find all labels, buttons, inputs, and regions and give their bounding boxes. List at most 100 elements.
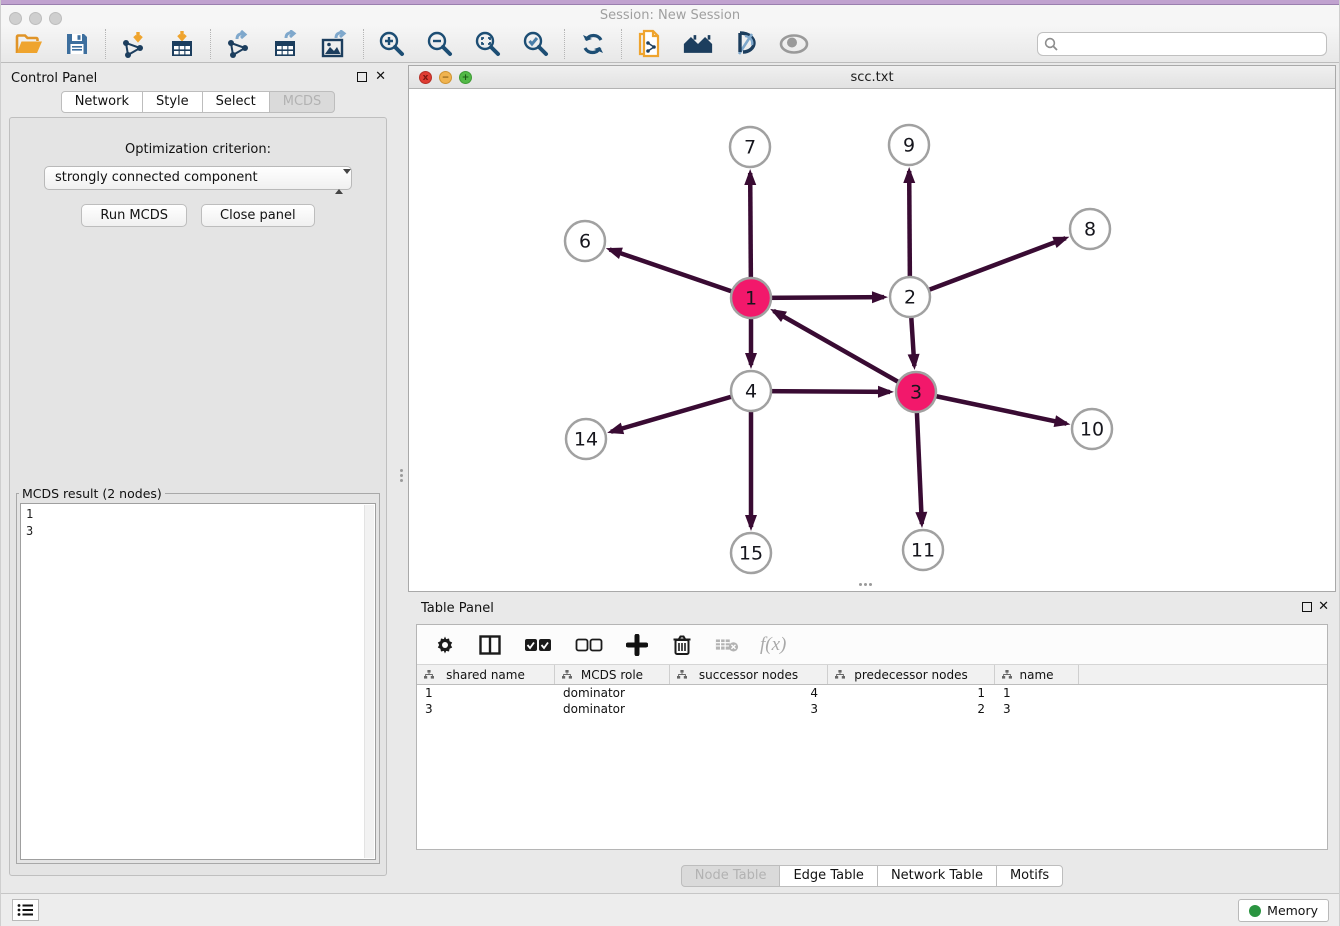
table-cell[interactable]: dominator bbox=[555, 701, 670, 717]
zoom-fit-icon[interactable] bbox=[473, 29, 503, 59]
float-panel-icon[interactable] bbox=[357, 72, 367, 82]
first-neighbors-icon[interactable] bbox=[683, 29, 713, 59]
close-panel-icon[interactable]: ✕ bbox=[375, 69, 386, 84]
svg-text:11: 11 bbox=[911, 540, 935, 562]
delete-column-icon[interactable] bbox=[670, 633, 694, 657]
close-panel-button[interactable]: Close panel bbox=[201, 204, 315, 227]
tab-select[interactable]: Select bbox=[202, 91, 270, 113]
task-history-button[interactable] bbox=[12, 899, 39, 921]
graph-edge-3-1[interactable] bbox=[774, 311, 916, 392]
column-header-name[interactable]: name bbox=[995, 665, 1079, 684]
control-panel-tabs: NetworkStyleSelectMCDS bbox=[1, 91, 395, 113]
graph-node-1[interactable]: 1 bbox=[731, 278, 771, 318]
table-body: 1dominator4113dominator323 bbox=[417, 685, 1327, 717]
network-from-selection-icon[interactable] bbox=[635, 29, 665, 59]
mcds-result-text[interactable]: 13 bbox=[20, 503, 376, 860]
column-header-MCDS-role[interactable]: MCDS role bbox=[555, 665, 670, 684]
status-bar: Memory bbox=[1, 893, 1339, 926]
memory-button[interactable]: Memory bbox=[1238, 899, 1329, 922]
graph-edge-3-10[interactable] bbox=[916, 392, 1067, 424]
save-session-icon[interactable] bbox=[62, 29, 92, 59]
network-canvas[interactable]: 7 9 6 8 1 2 4 3 14 10 15 11 bbox=[409, 89, 1335, 591]
close-panel-icon[interactable]: ✕ bbox=[1318, 599, 1329, 614]
column-settings-icon[interactable] bbox=[433, 633, 457, 657]
show-all-icon[interactable] bbox=[779, 29, 809, 59]
zoom-in-icon[interactable] bbox=[377, 29, 407, 59]
import-table-icon[interactable] bbox=[167, 29, 197, 59]
table-cell[interactable]: 1 bbox=[995, 685, 1079, 701]
select-all-columns-icon[interactable] bbox=[523, 633, 553, 657]
table-panel-header: Table Panel ✕ bbox=[408, 595, 1336, 621]
zoom-out-icon[interactable] bbox=[425, 29, 455, 59]
table-cell[interactable]: dominator bbox=[555, 685, 670, 701]
titlebar: Session: New Session bbox=[1, 5, 1339, 25]
table-cell[interactable]: 4 bbox=[670, 685, 828, 701]
export-image-icon[interactable] bbox=[320, 29, 350, 59]
deselect-all-columns-icon[interactable] bbox=[574, 633, 604, 657]
table-row[interactable]: 1dominator411 bbox=[417, 685, 1327, 701]
table-cell[interactable]: 3 bbox=[995, 701, 1079, 717]
tab-node-table[interactable]: Node Table bbox=[681, 865, 781, 887]
graph-node-6[interactable]: 6 bbox=[565, 221, 605, 261]
column-header-shared-name[interactable]: shared name bbox=[417, 665, 555, 684]
optimization-criterion-select[interactable]: strongly connected component bbox=[44, 166, 352, 190]
table-cell[interactable]: 1 bbox=[417, 685, 555, 701]
result-scrollbar[interactable] bbox=[364, 505, 374, 858]
graph-node-2[interactable]: 2 bbox=[890, 277, 930, 317]
mcds-panel: Optimization criterion: strongly connect… bbox=[9, 117, 387, 876]
hide-selected-icon[interactable] bbox=[731, 29, 761, 59]
panel-divider[interactable] bbox=[395, 65, 408, 882]
function-builder-icon[interactable]: f(x) bbox=[760, 634, 786, 656]
graph-node-4[interactable]: 4 bbox=[731, 371, 771, 411]
node-table-container: f(x) shared nameMCDS rolesuccessor nodes… bbox=[416, 624, 1328, 850]
graph-edge-4-14[interactable] bbox=[611, 391, 751, 432]
svg-text:6: 6 bbox=[579, 231, 591, 253]
panel-mode-icon[interactable] bbox=[478, 633, 502, 657]
float-panel-icon[interactable] bbox=[1302, 602, 1312, 612]
open-session-icon[interactable] bbox=[14, 29, 44, 59]
tab-network[interactable]: Network bbox=[61, 91, 143, 113]
graph-node-10[interactable]: 10 bbox=[1072, 409, 1112, 449]
mcds-result-group: MCDS result (2 nodes) 13 bbox=[16, 486, 380, 864]
control-panel-title: Control Panel bbox=[11, 71, 97, 86]
import-network-icon[interactable] bbox=[119, 29, 149, 59]
table-row[interactable]: 3dominator323 bbox=[417, 701, 1327, 717]
table-cell[interactable]: 2 bbox=[828, 701, 995, 717]
graph-node-15[interactable]: 15 bbox=[731, 533, 771, 573]
tab-style[interactable]: Style bbox=[142, 91, 203, 113]
search-input[interactable] bbox=[1037, 32, 1327, 56]
network-window-titlebar[interactable]: x − + scc.txt bbox=[409, 66, 1335, 89]
graph-node-11[interactable]: 11 bbox=[903, 530, 943, 570]
tab-motifs[interactable]: Motifs bbox=[996, 865, 1063, 887]
column-header-successor-nodes[interactable]: successor nodes bbox=[670, 665, 828, 684]
tab-network-table[interactable]: Network Table bbox=[877, 865, 997, 887]
result-line: 3 bbox=[26, 523, 370, 540]
tab-edge-table[interactable]: Edge Table bbox=[779, 865, 877, 887]
apply-layout-icon[interactable] bbox=[578, 29, 608, 59]
run-mcds-button[interactable]: Run MCDS bbox=[81, 204, 187, 227]
graph-node-8[interactable]: 8 bbox=[1070, 209, 1110, 249]
table-cell[interactable]: 1 bbox=[828, 685, 995, 701]
column-header-predecessor-nodes[interactable]: predecessor nodes bbox=[828, 665, 995, 684]
graph-node-14[interactable]: 14 bbox=[566, 419, 606, 459]
search-field-wrap bbox=[1037, 32, 1327, 56]
graph-edge-1-6[interactable] bbox=[610, 249, 751, 298]
graph-node-9[interactable]: 9 bbox=[889, 125, 929, 165]
add-column-icon[interactable] bbox=[625, 633, 649, 657]
graph-node-3[interactable]: 3 bbox=[896, 372, 936, 412]
export-table-icon[interactable] bbox=[272, 29, 302, 59]
svg-text:8: 8 bbox=[1084, 219, 1096, 241]
optimization-criterion-label: Optimization criterion: bbox=[10, 142, 386, 157]
table-tabs: Node TableEdge TableNetwork TableMotifs bbox=[408, 865, 1336, 887]
result-line: 1 bbox=[26, 506, 370, 523]
graph-edge-2-8[interactable] bbox=[910, 238, 1066, 297]
table-cell[interactable]: 3 bbox=[670, 701, 828, 717]
graph-node-7[interactable]: 7 bbox=[730, 127, 770, 167]
table-header-row: shared nameMCDS rolesuccessor nodesprede… bbox=[417, 665, 1327, 685]
network-view-window: x − + scc.txt 7 9 6 8 1 2 4 3 14 10 15 11 bbox=[408, 65, 1336, 592]
tab-mcds[interactable]: MCDS bbox=[269, 91, 336, 113]
table-cell[interactable]: 3 bbox=[417, 701, 555, 717]
delete-table-icon[interactable] bbox=[715, 633, 739, 657]
export-network-icon[interactable] bbox=[224, 29, 254, 59]
zoom-selected-icon[interactable] bbox=[521, 29, 551, 59]
